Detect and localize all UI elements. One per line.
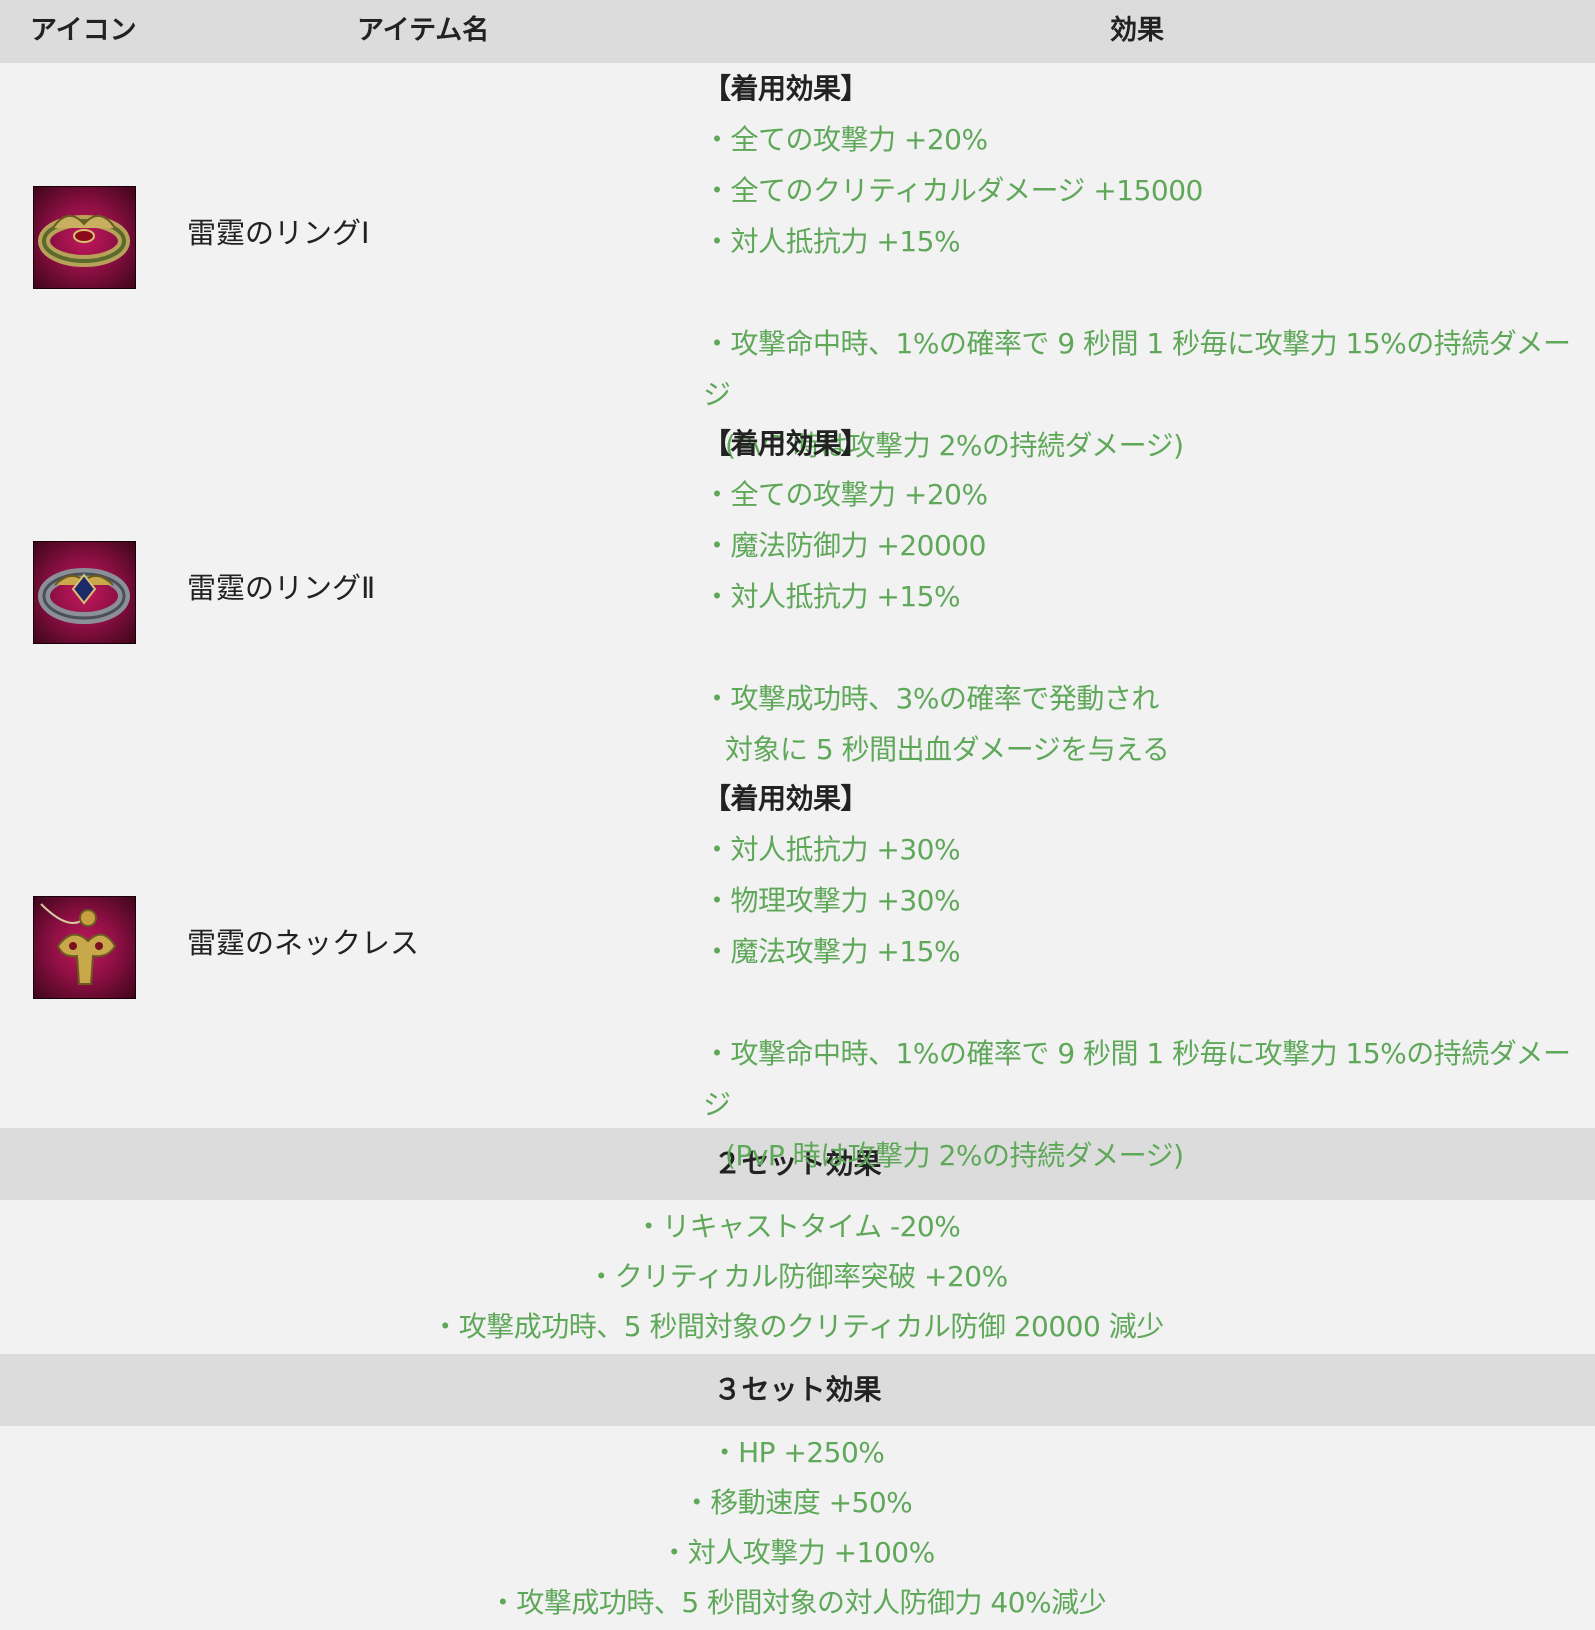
- effect-heading: 【着用効果】: [703, 72, 869, 105]
- effect-line: 対象に 5 秒間出血ダメージを与える: [725, 733, 1170, 766]
- item-effects: 【着用効果】 ・全ての攻撃力 +20% ・全てのクリティカルダメージ +1500…: [703, 63, 1583, 471]
- effect-line: ・全てのクリティカルダメージ +15000: [703, 174, 1203, 207]
- item-name: 雷霆のリングⅠ: [187, 216, 370, 250]
- table-row: 雷霆のネックレス 【着用効果】 ・対人抵抗力 +30% ・物理攻撃力 +30% …: [0, 773, 1595, 1172]
- set2-effects: ・リキャストタイム -20% ・クリティカル防御率突破 +20% ・攻撃成功時、…: [0, 1200, 1595, 1354]
- table-row: 雷霆のリングⅡ 【着用効果】 ・全ての攻撃力 +20% ・魔法防御力 +2000…: [0, 418, 1595, 773]
- set3-effects: ・HP +250% ・移動速度 +50% ・対人攻撃力 +100% ・攻撃成功時…: [0, 1426, 1595, 1630]
- header-icon: アイコン: [30, 15, 137, 46]
- set-effect-line: ・クリティカル防御率突破 +20%: [587, 1260, 1008, 1293]
- set-effect-line: ・リキャストタイム -20%: [634, 1210, 961, 1243]
- item-name: 雷霆のネックレス: [187, 926, 420, 960]
- effect-line: ・魔法防御力 +20000: [703, 529, 986, 562]
- header-item-name: アイテム名: [357, 15, 490, 46]
- item-effects: 【着用効果】 ・全ての攻撃力 +20% ・魔法防御力 +20000 ・対人抵抗力…: [703, 418, 1583, 775]
- effect-line: ・対人抵抗力 +30%: [703, 833, 961, 866]
- effect-heading: 【着用効果】: [703, 782, 869, 815]
- effect-line: ・攻撃成功時、3%の確率で発動され: [703, 682, 1159, 715]
- effect-line: ・物理攻撃力 +30%: [703, 884, 961, 917]
- effect-line: ・全ての攻撃力 +20%: [703, 123, 988, 156]
- effect-line: ・対人抵抗力 +15%: [703, 225, 961, 258]
- equipment-table: アイコン アイテム名 効果 雷霆のリングⅠ 【着用効果】 ・全ての攻撃力 +20…: [0, 0, 1595, 1630]
- necklace-gold-icon: [33, 896, 136, 999]
- ring-blue-gem-icon: [33, 541, 136, 644]
- table-row: 雷霆のリングⅠ 【着用効果】 ・全ての攻撃力 +20% ・全てのクリティカルダメ…: [0, 63, 1595, 462]
- effect-line: ・攻撃命中時、1%の確率で 9 秒間 1 秒毎に攻撃力 15%の持続ダメージ: [703, 327, 1571, 411]
- item-name: 雷霆のリングⅡ: [187, 571, 376, 605]
- set-effect-line: ・攻撃成功時、5 秒間対象のクリティカル防御 20000 減少: [431, 1310, 1164, 1343]
- set-effect-line: ・HP +250%: [710, 1436, 885, 1469]
- ring-red-gem-icon: [33, 186, 136, 289]
- table-header: アイコン アイテム名 効果: [0, 0, 1595, 63]
- header-effect: 効果: [1110, 15, 1164, 46]
- effect-spacer: [703, 267, 1583, 318]
- effect-line: ・攻撃命中時、1%の確率で 9 秒間 1 秒毎に攻撃力 15%の持続ダメージ: [703, 1037, 1571, 1121]
- effect-line: ・全ての攻撃力 +20%: [703, 478, 988, 511]
- effect-line: ・対人抵抗力 +15%: [703, 580, 961, 613]
- effect-heading: 【着用効果】: [703, 427, 869, 460]
- item-effects: 【着用効果】 ・対人抵抗力 +30% ・物理攻撃力 +30% ・魔法攻撃力 +1…: [703, 773, 1583, 1181]
- effect-spacer: [703, 977, 1583, 1028]
- effect-line: ・魔法攻撃力 +15%: [703, 935, 961, 968]
- set-effect-line: ・移動速度 +50%: [682, 1486, 913, 1519]
- effect-spacer: [703, 622, 1583, 673]
- set3-header: ３セット効果: [0, 1354, 1595, 1426]
- set-effect-line: ・攻撃成功時、5 秒間対象の対人防御力 40%減少: [488, 1586, 1107, 1619]
- set-effect-line: ・対人攻撃力 +100%: [660, 1536, 935, 1569]
- effect-line: (PvP 時は攻撃力 2%の持続ダメージ): [725, 1139, 1184, 1172]
